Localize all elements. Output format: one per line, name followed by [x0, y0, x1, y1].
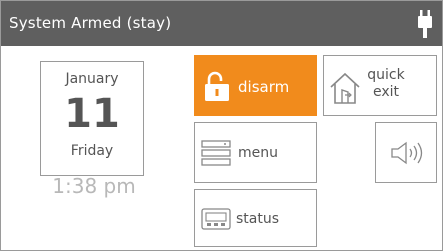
status-button[interactable]: status: [194, 189, 317, 247]
time-display: 1:38 pm: [52, 174, 136, 198]
status-label: status: [236, 211, 280, 227]
quick-exit-label: quick exit: [367, 67, 405, 100]
date-display: January 11 Friday: [40, 61, 144, 176]
keypad-screen: System Armed (stay) January 11 Friday 1:…: [0, 0, 443, 251]
speaker-icon: [391, 141, 423, 165]
status-panel-icon: [201, 208, 231, 230]
quick-exit-button[interactable]: quick exit: [323, 55, 437, 116]
plug-icon: [418, 10, 432, 38]
weekday-label: Friday: [70, 143, 114, 159]
disarm-label: disarm: [238, 78, 290, 96]
unlock-icon: [205, 71, 229, 101]
disarm-button[interactable]: disarm: [194, 55, 317, 116]
status-header: System Armed (stay): [1, 1, 442, 46]
house-exit-icon: [330, 72, 360, 104]
system-status-title: System Armed (stay): [9, 14, 172, 32]
menu-label: menu: [238, 145, 278, 161]
day-number: 11: [64, 91, 120, 137]
month-label: January: [65, 71, 119, 87]
menu-list-icon: [201, 140, 231, 166]
sound-button[interactable]: [375, 122, 437, 183]
menu-button[interactable]: menu: [194, 122, 317, 183]
